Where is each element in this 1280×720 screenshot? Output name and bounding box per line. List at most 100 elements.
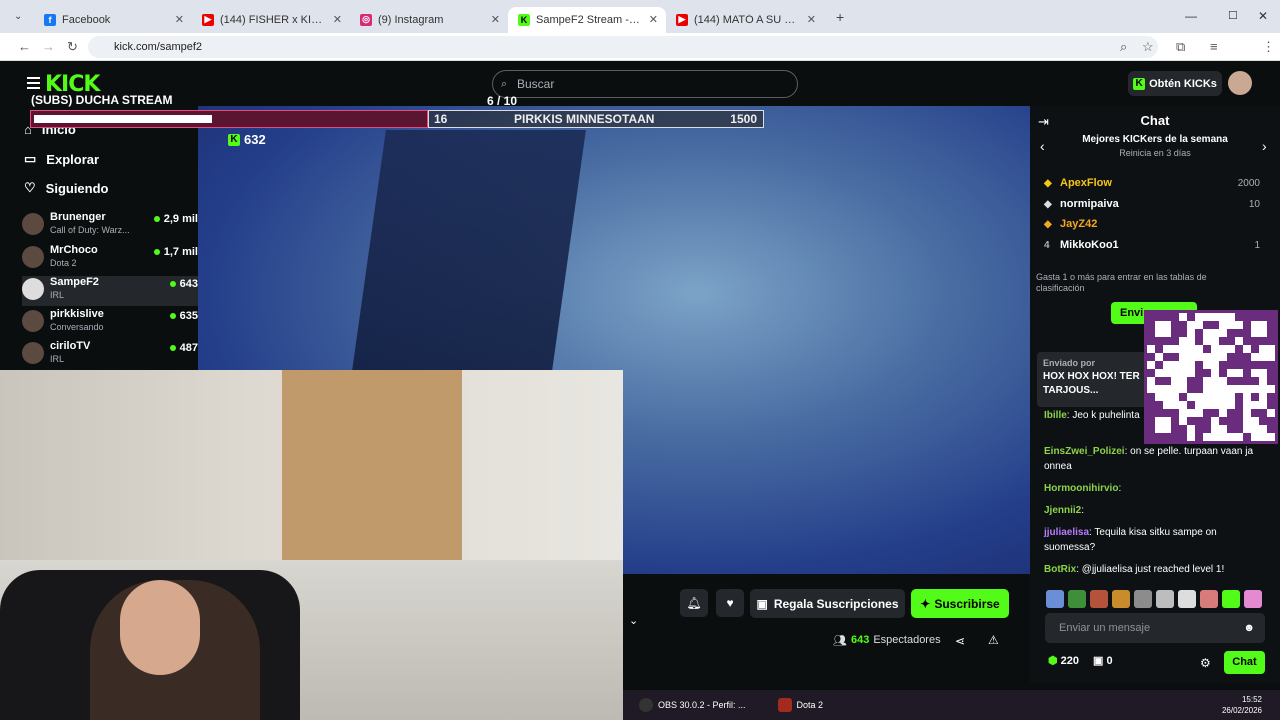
forward-icon[interactable]: →	[42, 39, 55, 54]
leaderboard-row[interactable]: ◆ JayZ42	[1044, 215, 1266, 233]
chat-username[interactable]: jjuliaelisa	[1044, 527, 1089, 538]
qr-module	[1243, 353, 1251, 361]
close-icon[interactable]: ✕	[807, 13, 816, 26]
emote-icon[interactable]	[1222, 590, 1240, 608]
emote-icon[interactable]	[1046, 590, 1064, 608]
channel-item[interactable]: Brunenger Call of Duty: Warz... 2,9 mil	[22, 211, 198, 241]
chat-username[interactable]: Ibille	[1044, 410, 1067, 421]
qr-module	[1195, 361, 1203, 369]
channel-avatar	[22, 278, 44, 300]
qr-module	[1171, 433, 1179, 441]
youtube-icon: ▶	[202, 13, 214, 26]
chat-input[interactable]: Enviar un mensaje ☻	[1045, 613, 1265, 643]
qr-module	[1235, 353, 1243, 361]
nav-following[interactable]: ♡ Siguiendo	[24, 180, 109, 196]
qr-module	[1155, 313, 1163, 321]
gift-subs-button[interactable]: ▣ Regala Suscripciones	[750, 589, 905, 618]
taskbar-item-obs[interactable]: OBS 30.0.2 - Perfil: ...	[623, 698, 762, 712]
chat-username[interactable]: EinsZwei_Polizei	[1044, 446, 1125, 457]
qr-module	[1171, 329, 1179, 337]
browser-menu-icon[interactable]: ⋮	[1262, 39, 1275, 55]
chat-username[interactable]: BotRix	[1044, 564, 1076, 575]
close-icon[interactable]: ✕	[649, 13, 658, 26]
emote-icon[interactable]	[1134, 590, 1152, 608]
emote-icon[interactable]	[1200, 590, 1218, 608]
report-icon[interactable]: ⚠	[988, 633, 999, 647]
channel-category: Conversando	[50, 322, 104, 332]
gifts[interactable]: ▣ 0	[1093, 654, 1113, 667]
silver-medal-icon: ◆	[1044, 198, 1052, 210]
bookmark-star-icon[interactable]: ☆	[1142, 39, 1154, 55]
leaderboard-row[interactable]: ◆ ApexFlow 2000	[1044, 174, 1266, 192]
chat-send-button[interactable]: Chat	[1224, 651, 1265, 674]
chat-settings-icon[interactable]: ⚙	[1200, 656, 1211, 670]
emote-icon[interactable]	[1068, 590, 1086, 608]
extensions-icon[interactable]: ⧉	[1176, 39, 1185, 55]
leader-name: JayZ42	[1060, 218, 1098, 230]
nav-explore[interactable]: ▭ Explorar	[24, 151, 99, 167]
close-icon[interactable]: ✕	[333, 13, 342, 26]
pinned-message[interactable]: Enviado por HOX HOX HOX! TER TARJOUS...	[1037, 352, 1147, 407]
qr-module	[1203, 425, 1211, 433]
collapse-chat-icon[interactable]: ⇥	[1038, 114, 1049, 130]
hamburger-menu-icon[interactable]	[27, 77, 40, 89]
tab-instagram[interactable]: ◎ (9) Instagram ✕	[350, 7, 508, 33]
share-icon[interactable]: ⋖	[955, 634, 965, 648]
channel-item[interactable]: ciriloTV IRL 487	[22, 340, 198, 370]
channel-item[interactable]: pirkkislive Conversando 635	[22, 308, 198, 338]
emote-icon[interactable]	[1156, 590, 1174, 608]
tab-facebook[interactable]: f Facebook ✕	[34, 7, 192, 33]
follow-heart-button[interactable]: ♥	[716, 589, 744, 617]
goal-progress-bar	[30, 110, 428, 128]
emote-icon[interactable]	[1090, 590, 1108, 608]
chat-username[interactable]: Hormoonihirvio	[1044, 483, 1118, 494]
emote-icon[interactable]	[1244, 590, 1262, 608]
window-close-icon[interactable]: ✕	[1258, 9, 1268, 23]
url-field[interactable]: kick.com/sampef2	[88, 36, 1158, 58]
collapse-chevron-icon[interactable]: ⌄	[629, 614, 638, 627]
qr-module	[1243, 329, 1251, 337]
emoji-icon[interactable]: ☻	[1243, 613, 1255, 643]
tab-youtube-1[interactable]: ▶ (144) FISHER x KITA ALEXANDER ✕	[192, 7, 350, 33]
zoom-icon[interactable]: ⌕	[1120, 39, 1127, 55]
qr-module	[1267, 361, 1275, 369]
obs-icon	[639, 698, 653, 712]
tab-youtube-2[interactable]: ▶ (144) MATÓ A SU NOVIO, LO CO ✕	[666, 7, 824, 33]
system-clock[interactable]: 15:52 26/02/2026	[1222, 694, 1262, 716]
qr-module	[1251, 361, 1259, 369]
taskbar-item-dota[interactable]: Dota 2	[762, 698, 840, 712]
leaderboard-row[interactable]: 4 MikkoKoo1 1	[1044, 236, 1266, 254]
back-icon[interactable]: ←	[18, 39, 31, 54]
emote-icon[interactable]	[1112, 590, 1130, 608]
chat-message: Ibille: Jeo k puhelinta	[1044, 410, 1140, 421]
leaderboard-row[interactable]: ◆ normipaiva 10	[1044, 195, 1266, 213]
qr-module	[1171, 425, 1179, 433]
qr-module	[1203, 369, 1211, 377]
close-icon[interactable]: ✕	[491, 13, 500, 26]
user-avatar[interactable]	[1228, 71, 1252, 95]
tab-kick[interactable]: K SampeF2 Stream - Watch Live ✕	[508, 6, 666, 33]
notification-bell-button[interactable]: 🔔︎	[680, 589, 708, 617]
tab-search-icon[interactable]: ⌄	[14, 11, 34, 22]
channel-item-selected[interactable]: SampeF2 IRL 643	[22, 276, 198, 306]
close-icon[interactable]: ✕	[175, 13, 184, 26]
channel-viewers: 2,9 mil	[154, 213, 198, 225]
search-input[interactable]: ⌕ Buscar	[492, 70, 798, 98]
minimize-icon[interactable]: —	[1185, 9, 1197, 23]
points[interactable]: ⬢ 220	[1048, 654, 1079, 667]
new-tab-icon[interactable]: +	[836, 9, 844, 25]
qr-module	[1163, 353, 1171, 361]
reload-icon[interactable]: ↻	[67, 39, 78, 55]
chat-username[interactable]: Jjennii2	[1044, 505, 1081, 516]
emote-icon[interactable]	[1178, 590, 1196, 608]
chat-text: Jeo k puhelinta	[1072, 410, 1140, 421]
qr-module	[1251, 393, 1259, 401]
tab-title: (9) Instagram	[378, 13, 444, 26]
channel-item[interactable]: MrChoco Dota 2 1,7 mil	[22, 244, 198, 274]
media-icon[interactable]: ≡	[1210, 39, 1218, 54]
channel-name: Brunenger	[50, 211, 106, 223]
qr-module	[1179, 433, 1187, 441]
subscribe-button[interactable]: ✦ Suscribirse	[911, 589, 1009, 618]
maximize-icon[interactable]: ☐	[1228, 9, 1238, 22]
get-kicks-button[interactable]: K Obtén KICKs	[1128, 71, 1222, 96]
